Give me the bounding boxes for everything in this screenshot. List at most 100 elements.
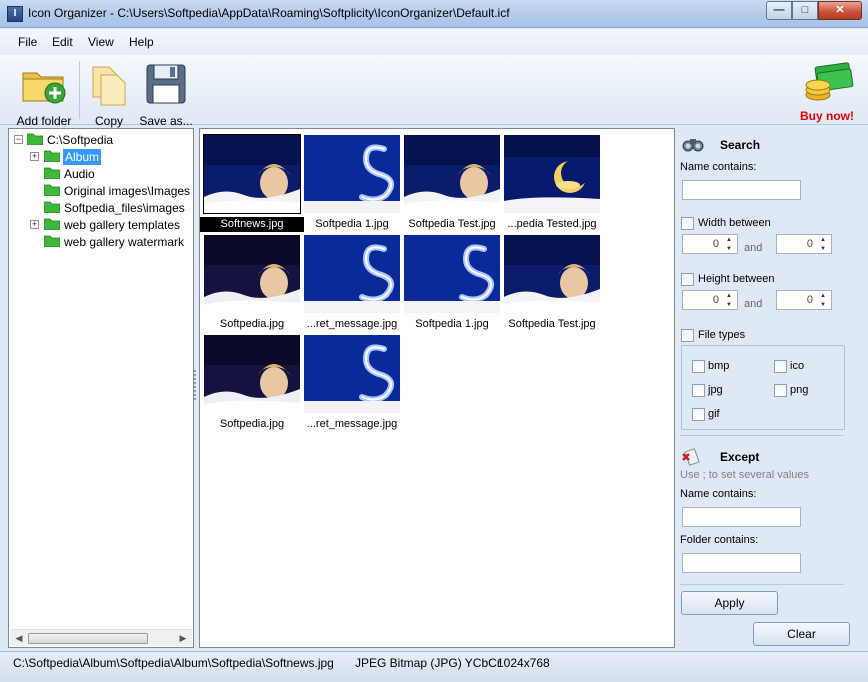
thumbnail-image[interactable]: [504, 235, 600, 313]
bmp-checkbox[interactable]: [692, 360, 705, 373]
minimize-button[interactable]: —: [766, 1, 792, 20]
tree-item-album[interactable]: Album: [63, 149, 102, 165]
and-label: and: [744, 298, 763, 310]
copy-button[interactable]: Copy: [86, 61, 132, 131]
width-max-spinner[interactable]: 0 ▲ ▼: [776, 234, 832, 254]
thumbnail-image[interactable]: [504, 135, 600, 213]
spin-up-icon[interactable]: ▲: [816, 292, 830, 300]
close-button[interactable]: ✕: [818, 1, 862, 20]
spin-down-icon[interactable]: ▼: [722, 245, 736, 253]
thumbnail-item[interactable]: ...ret_message.jpg: [304, 235, 400, 335]
clear-button[interactable]: Clear: [753, 622, 850, 646]
scroll-left-icon[interactable]: ◀: [12, 632, 26, 645]
tree-item-softpedia-files[interactable]: Softpedia_files\images: [64, 200, 185, 216]
spin-down-icon[interactable]: ▼: [722, 301, 736, 309]
spin-down-icon[interactable]: ▼: [816, 301, 830, 309]
scrollbar-thumb[interactable]: [28, 633, 148, 644]
height-max-spinner[interactable]: 0 ▲ ▼: [776, 290, 832, 310]
add-folder-icon: [22, 72, 66, 104]
thumbnail-caption: Softpedia.jpg: [219, 318, 285, 330]
ico-checkbox[interactable]: [774, 360, 787, 373]
pane-splitter[interactable]: [194, 370, 196, 400]
thumbnail-image[interactable]: [304, 135, 400, 213]
thumbnail-caption: Softpedia 1.jpg: [315, 218, 389, 230]
thumbnail-image[interactable]: [404, 235, 500, 313]
folder-icon: [44, 218, 60, 230]
width-between-checkbox[interactable]: [681, 217, 694, 230]
thumbnail-caption: ...ret_message.jpg: [306, 418, 398, 430]
thumbnail-caption: Softpedia.jpg: [219, 418, 285, 430]
toolbar-separator: [79, 61, 80, 119]
thumbnail-item[interactable]: ...ret_message.jpg: [304, 335, 400, 435]
thumbnail-grid[interactable]: Softnews.jpg Softpedia 1.jpg Softpedia Tes…: [199, 128, 675, 648]
spin-up-icon[interactable]: ▲: [816, 236, 830, 244]
thumbnail-item[interactable]: Softpedia 1.jpg: [404, 235, 500, 335]
menu-view[interactable]: View: [88, 35, 114, 49]
folder-icon: [44, 184, 60, 196]
spin-down-icon[interactable]: ▼: [816, 245, 830, 253]
thumbnail-image[interactable]: [203, 134, 301, 214]
thumbnail-item[interactable]: Softpedia Test.jpg: [404, 135, 500, 235]
width-min-spinner[interactable]: 0 ▲ ▼: [682, 234, 738, 254]
apply-button[interactable]: Apply: [681, 591, 778, 615]
thumbnail-caption: ...pedia Tested.jpg: [507, 218, 597, 230]
thumbnail-item[interactable]: Softpedia.jpg: [204, 235, 300, 335]
thumbnail-item[interactable]: Softpedia.jpg: [204, 335, 300, 435]
thumbnail-image[interactable]: [204, 235, 300, 313]
menu-bar: File Edit View Help: [0, 29, 868, 55]
expand-toggle[interactable]: +: [30, 220, 39, 229]
status-size: 1024x768: [497, 656, 550, 670]
file-types-checkbox[interactable]: [681, 329, 694, 342]
tree-item-web-gallery-watermark[interactable]: web gallery watermark: [64, 234, 184, 250]
except-hint: Use ; to set several values: [680, 469, 810, 481]
bmp-label: bmp: [708, 360, 730, 372]
height-min-value: 0: [712, 294, 719, 306]
menu-edit[interactable]: Edit: [52, 35, 73, 49]
add-folder-button[interactable]: Add folder: [12, 61, 76, 131]
collapse-toggle[interactable]: −: [14, 135, 23, 144]
status-bar: C:\Softpedia\Album\Softpedia\Album\Softp…: [0, 651, 868, 682]
save-as-label: Save as...: [139, 114, 193, 128]
jpg-checkbox[interactable]: [692, 384, 705, 397]
thumbnail-image[interactable]: [304, 335, 400, 413]
save-as-button[interactable]: Save as...: [138, 61, 194, 131]
thumbnail-item[interactable]: Softpedia Test.jpg: [504, 235, 600, 335]
height-min-spinner[interactable]: 0 ▲ ▼: [682, 290, 738, 310]
thumbnail-image[interactable]: [204, 335, 300, 413]
thumbnail-item[interactable]: Softpedia 1.jpg: [304, 135, 400, 235]
maximize-button[interactable]: □: [792, 1, 818, 20]
status-format: JPEG Bitmap (JPG) YCbCr: [355, 656, 501, 670]
scroll-right-icon[interactable]: ▶: [176, 632, 190, 645]
search-title: Search: [720, 138, 761, 152]
tree-item-web-gallery-templates[interactable]: web gallery templates: [64, 217, 180, 233]
menu-file[interactable]: File: [18, 35, 37, 49]
tree-item-original-images[interactable]: Original images\Images wit: [64, 183, 192, 199]
title-bar: I Icon Organizer - C:\Users\Softpedia\Ap…: [0, 0, 868, 28]
except-folder-input[interactable]: [682, 553, 801, 573]
folder-icon: [44, 167, 60, 179]
thumbnail-image[interactable]: [404, 135, 500, 213]
thumbnail-item[interactable]: ...pedia Tested.jpg: [504, 135, 600, 235]
thumbnail-caption: Softpedia 1.jpg: [415, 318, 489, 330]
height-between-label: Height between: [698, 273, 775, 285]
tree-item-audio[interactable]: Audio: [64, 166, 95, 182]
folder-icon: [44, 150, 60, 162]
spin-up-icon[interactable]: ▲: [722, 292, 736, 300]
spin-up-icon[interactable]: ▲: [722, 236, 736, 244]
tree-root[interactable]: C:\Softpedia: [47, 132, 113, 148]
png-checkbox[interactable]: [774, 384, 787, 397]
thumbnail-image[interactable]: [304, 235, 400, 313]
ico-label: ico: [790, 360, 805, 372]
except-name-input[interactable]: [682, 507, 801, 527]
expand-toggle[interactable]: +: [30, 152, 39, 161]
menu-help[interactable]: Help: [129, 35, 154, 49]
height-between-checkbox[interactable]: [681, 273, 694, 286]
png-label: png: [790, 384, 809, 396]
gif-checkbox[interactable]: [692, 408, 705, 421]
folder-tree[interactable]: − C:\Softpedia + Album Audio Original im…: [8, 128, 194, 648]
except-title: Except: [720, 450, 760, 464]
name-contains-input[interactable]: [682, 180, 801, 200]
thumbnail-item[interactable]: Softnews.jpg: [200, 134, 304, 235]
buy-now-label[interactable]: Buy now!: [800, 109, 854, 123]
horizontal-scrollbar[interactable]: ◀ ▶: [10, 629, 192, 646]
